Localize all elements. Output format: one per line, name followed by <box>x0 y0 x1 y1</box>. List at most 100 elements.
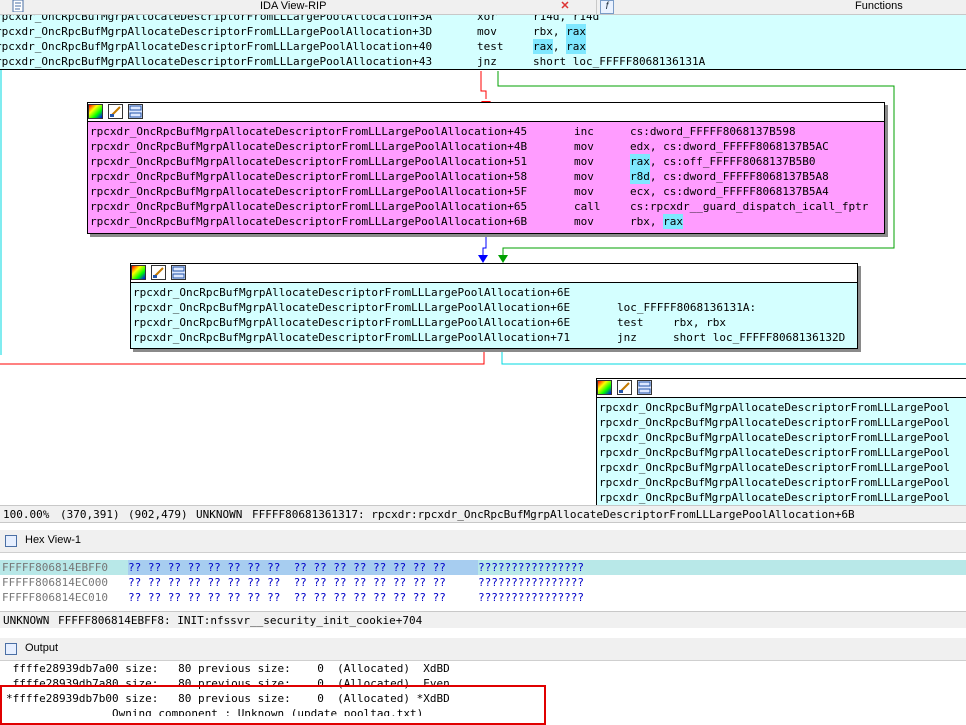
instruction-address[interactable]: rpcxdr_OncRpcBufMgrpAllocateDescriptorFr… <box>599 475 966 490</box>
instruction-address[interactable]: rpcxdr_OncRpcBufMgrpAllocateDescriptorFr… <box>599 415 966 430</box>
instruction-operand[interactable]: rbx <box>673 315 693 330</box>
instruction-row[interactable]: rpcxdr_OncRpcBufMgrpAllocateDescriptorFr… <box>0 24 966 39</box>
instruction-operand[interactable]: rbx <box>533 24 553 39</box>
tab-ida-view[interactable]: IDA View-RIP ✕ <box>0 0 588 14</box>
instruction-mnemonic[interactable]: inc <box>574 124 630 139</box>
instruction-address[interactable]: rpcxdr_OncRpcBufMgrpAllocateDescriptorFr… <box>133 300 617 315</box>
instruction-row[interactable]: rpcxdr_OncRpcBufMgrpAllocateDescriptorFr… <box>90 214 884 229</box>
instruction-operand[interactable]: cs:dword_FFFFF8068137B5AC <box>663 139 829 154</box>
instruction-row[interactable]: rpcxdr_OncRpcBufMgrpAllocateDescriptorFr… <box>90 124 884 139</box>
instruction-operand[interactable]: short loc_FFFFF8068136131A <box>533 54 705 69</box>
instruction-address[interactable]: rpcxdr_OncRpcBufMgrpAllocateDescriptorFr… <box>133 315 617 330</box>
instruction-row[interactable]: rpcxdr_OncRpcBufMgrpAllocateDescriptorFr… <box>90 139 884 154</box>
hex-ascii[interactable]: ???????????????? <box>478 590 584 605</box>
instruction-row[interactable]: rpcxdr_OncRpcBufMgrpAllocateDescriptorFr… <box>133 330 857 345</box>
instruction-row[interactable]: rpcxdr_OncRpcBufMgrpAllocateDescriptorFr… <box>133 285 857 300</box>
hex-ascii[interactable]: ???????????????? <box>478 575 584 590</box>
instruction-row[interactable]: rpcxdr_OncRpcBufMgrpAllocateDescriptorFr… <box>90 154 884 169</box>
instruction-row[interactable]: rpcxdr_OncRpcBufMgrpAllocateDescriptorFr… <box>90 199 884 214</box>
instruction-operand[interactable]: rbx <box>630 214 650 229</box>
instruction-mnemonic[interactable]: mov <box>477 24 533 39</box>
instruction-operand[interactable]: cs:dword_FFFFF8068137B598 <box>630 124 796 139</box>
hex-row[interactable]: FFFFF806814EC000 ?? ?? ?? ?? ?? ?? ?? ?? … <box>0 575 966 590</box>
instruction-mnemonic[interactable]: mov <box>574 214 630 229</box>
instruction-address[interactable]: rpcxdr_OncRpcBufMgrpAllocateDescriptorFr… <box>90 199 574 214</box>
instruction-address[interactable]: rpcxdr_OncRpcBufMgrpAllocateDescriptorFr… <box>90 184 574 199</box>
instruction-mnemonic[interactable]: mov <box>574 154 630 169</box>
rename-icon[interactable] <box>151 265 166 280</box>
instruction-operand[interactable]: rax <box>566 24 586 39</box>
hex-bytes[interactable]: ?? ?? ?? ?? ?? ?? ?? ?? ?? ?? ?? ?? ?? ?… <box>128 590 478 605</box>
instruction-operand[interactable]: r14d <box>573 15 600 24</box>
instruction-mnemonic[interactable]: call <box>574 199 630 214</box>
instruction-address[interactable]: rpcxdr_OncRpcBufMgrpAllocateDescriptorFr… <box>599 400 966 415</box>
instruction-address[interactable]: rpcxdr_OncRpcBufMgrpAllocateDescriptorFr… <box>599 430 966 445</box>
hex-bytes[interactable]: ?? ?? ?? ?? ?? ?? ?? ?? ?? ?? ?? ?? ?? ?… <box>128 560 478 575</box>
instruction-address[interactable]: rpcxdr_OncRpcBufMgrpAllocateDescriptorFr… <box>133 330 617 345</box>
output-header[interactable]: Output <box>0 638 966 661</box>
instruction-row[interactable]: rpcxdr_OncRpcBufMgrpAllocateDescriptorFr… <box>133 300 857 315</box>
code-block-pink[interactable]: rpcxdr_OncRpcBufMgrpAllocateDescriptorFr… <box>87 102 885 234</box>
instruction-operand[interactable]: rax <box>663 214 683 229</box>
instruction-address[interactable]: rpcxdr_OncRpcBufMgrpAllocateDescriptorFr… <box>0 15 477 24</box>
instruction-mnemonic[interactable]: loc_FFFFF8068136131A: <box>617 300 756 315</box>
instruction-operand[interactable]: r14d <box>533 15 560 24</box>
hex-view-body[interactable]: FFFFF806814EBFF0 ?? ?? ?? ?? ?? ?? ?? ?? … <box>0 560 966 610</box>
instruction-address[interactable]: rpcxdr_OncRpcBufMgrpAllocateDescriptorFr… <box>599 445 966 460</box>
instruction-operand[interactable]: edx <box>630 139 650 154</box>
instruction-operand[interactable]: ecx <box>630 184 650 199</box>
instruction-mnemonic[interactable]: jnz <box>477 54 533 69</box>
color-icon[interactable] <box>88 104 103 119</box>
graph-icon[interactable] <box>128 104 143 119</box>
instruction-row[interactable]: rpcxdr_OncRpcBufMgrpAllocateDescriptorFr… <box>0 39 966 54</box>
instruction-operand[interactable]: short loc_FFFFF8068136132D <box>673 330 845 345</box>
code-block-loc[interactable]: rpcxdr_OncRpcBufMgrpAllocateDescriptorFr… <box>130 263 858 349</box>
instruction-mnemonic[interactable]: mov <box>574 184 630 199</box>
rename-icon[interactable] <box>108 104 123 119</box>
instruction-address[interactable]: rpcxdr_OncRpcBufMgrpAllocateDescriptorFr… <box>90 169 574 184</box>
instruction-address[interactable]: rpcxdr_OncRpcBufMgrpAllocateDescriptorFr… <box>90 214 574 229</box>
instruction-operand[interactable]: cs:off_FFFFF8068137B5B0 <box>663 154 815 169</box>
instruction-row[interactable]: rpcxdr_OncRpcBufMgrpAllocateDescriptorFr… <box>0 15 966 24</box>
rename-icon[interactable] <box>617 380 632 395</box>
hex-ascii[interactable]: ???????????????? <box>478 560 584 575</box>
instruction-mnemonic[interactable]: test <box>617 315 673 330</box>
instruction-operand[interactable]: cs:rpcxdr__guard_dispatch_icall_fptr <box>630 199 868 214</box>
graph-view[interactable]: rpcxdr_OncRpcBufMgrpAllocateDescriptorFr… <box>0 15 966 505</box>
hex-row[interactable]: FFFFF806814EC010 ?? ?? ?? ?? ?? ?? ?? ?? … <box>0 590 966 605</box>
tab-functions[interactable]: f Functions <box>596 0 966 14</box>
hex-view-header[interactable]: Hex View-1 <box>0 530 966 553</box>
instruction-operand[interactable]: cs:dword_FFFFF8068137B5A8 <box>663 169 829 184</box>
instruction-address[interactable]: rpcxdr_OncRpcBufMgrpAllocateDescriptorFr… <box>133 285 617 300</box>
instruction-address[interactable]: rpcxdr_OncRpcBufMgrpAllocateDescriptorFr… <box>0 24 477 39</box>
instruction-mnemonic[interactable] <box>617 285 673 300</box>
instruction-row[interactable]: rpcxdr_OncRpcBufMgrpAllocateDescriptorFr… <box>90 184 884 199</box>
color-icon[interactable] <box>597 380 612 395</box>
code-block-top[interactable]: rpcxdr_OncRpcBufMgrpAllocateDescriptorFr… <box>0 15 966 70</box>
code-block-right[interactable]: rpcxdr_OncRpcBufMgrpAllocateDescriptorFr… <box>596 378 966 505</box>
hex-bytes[interactable]: ?? ?? ?? ?? ?? ?? ?? ?? ?? ?? ?? ?? ?? ?… <box>128 575 478 590</box>
instruction-mnemonic[interactable]: test <box>477 39 533 54</box>
instruction-address[interactable]: rpcxdr_OncRpcBufMgrpAllocateDescriptorFr… <box>0 54 477 69</box>
instruction-row[interactable]: rpcxdr_OncRpcBufMgrpAllocateDescriptorFr… <box>0 54 966 69</box>
instruction-row[interactable]: rpcxdr_OncRpcBufMgrpAllocateDescriptorFr… <box>90 169 884 184</box>
instruction-address[interactable]: rpcxdr_OncRpcBufMgrpAllocateDescriptorFr… <box>90 139 574 154</box>
instruction-address[interactable]: rpcxdr_OncRpcBufMgrpAllocateDescriptorFr… <box>90 154 574 169</box>
instruction-operand[interactable]: r8d <box>630 169 650 184</box>
instruction-mnemonic[interactable]: xor <box>477 15 533 24</box>
color-icon[interactable] <box>131 265 146 280</box>
graph-icon[interactable] <box>637 380 652 395</box>
instruction-address[interactable]: rpcxdr_OncRpcBufMgrpAllocateDescriptorFr… <box>90 124 574 139</box>
instruction-mnemonic[interactable]: mov <box>574 139 630 154</box>
instruction-operand[interactable]: rax <box>533 39 553 54</box>
instruction-mnemonic[interactable]: jnz <box>617 330 673 345</box>
instruction-address[interactable]: rpcxdr_OncRpcBufMgrpAllocateDescriptorFr… <box>0 39 477 54</box>
close-icon[interactable]: ✕ <box>558 0 572 12</box>
instruction-address[interactable]: rpcxdr_OncRpcBufMgrpAllocateDescriptorFr… <box>599 490 966 505</box>
instruction-address[interactable]: rpcxdr_OncRpcBufMgrpAllocateDescriptorFr… <box>599 460 966 475</box>
instruction-mnemonic[interactable]: mov <box>574 169 630 184</box>
instruction-operand[interactable]: rbx <box>706 315 726 330</box>
instruction-row[interactable]: rpcxdr_OncRpcBufMgrpAllocateDescriptorFr… <box>133 315 857 330</box>
instruction-operand[interactable]: rax <box>630 154 650 169</box>
instruction-operand[interactable]: rax <box>566 39 586 54</box>
